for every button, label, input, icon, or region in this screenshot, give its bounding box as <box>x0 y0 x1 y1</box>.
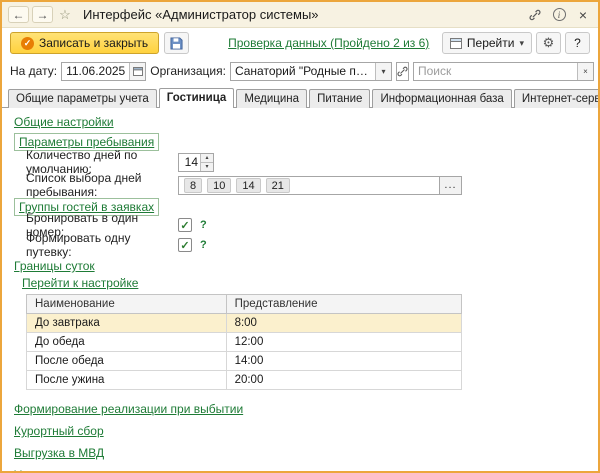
link-realization-on-departure[interactable]: Формирование реализации при выбытии <box>14 402 243 417</box>
cell-name: После обеда <box>26 351 227 371</box>
tab-hotel[interactable]: Гостиница <box>158 88 235 108</box>
day-tag: 21 <box>265 177 290 193</box>
cell-value: 12:00 <box>225 332 463 352</box>
days-list-label: Список выбора дней пребывания: <box>26 171 142 199</box>
forward-icon[interactable]: → <box>32 6 53 23</box>
organization-select[interactable]: Санаторий "Родные просторы" ▾ <box>229 61 392 81</box>
cell-value: 14:00 <box>225 351 463 371</box>
app-window: ← → ☆ Интерфейс «Администратор системы» … <box>0 0 600 473</box>
help-question-link[interactable]: ? <box>200 219 207 231</box>
day-tag: 10 <box>207 177 232 193</box>
chevron-down-icon[interactable]: ▾ <box>374 62 391 80</box>
days-list-field[interactable]: 8 10 14 21 <box>178 175 440 195</box>
column-header-representation[interactable]: Представление <box>225 294 463 314</box>
tab-internet-services[interactable]: Интернет-сервисы <box>513 89 598 108</box>
goto-button[interactable]: Перейти ▾ <box>441 32 532 54</box>
days-list-row: Список выбора дней пребывания: 8 10 14 2… <box>26 171 586 199</box>
date-label: На дату: <box>10 64 58 78</box>
single-voucher-label: Формировать одну путевку: <box>26 231 131 259</box>
days-default-stepper[interactable]: 14 ▴ ▾ <box>178 152 214 172</box>
tab-medicine[interactable]: Медицина <box>236 89 308 108</box>
table-row[interactable]: До завтрака 8:00 <box>26 313 463 333</box>
cell-name: До обеда <box>26 332 227 352</box>
group-day-bounds: Границы суток <box>14 259 586 273</box>
single-voucher-checkbox[interactable]: ✓ <box>178 238 192 252</box>
stepper-up-icon[interactable]: ▴ <box>201 153 213 163</box>
help-question-link[interactable]: ? <box>200 239 207 251</box>
date-field[interactable]: 11.06.2025 <box>61 61 147 81</box>
command-bar: ✓ Записать и закрыть Проверка данных (Пр… <box>2 28 598 58</box>
days-default-row: Количество дней по умолчанию: 14 ▴ ▾ <box>26 148 586 176</box>
day-tag: 14 <box>236 177 261 193</box>
back-icon[interactable]: ← <box>8 6 29 23</box>
group-day-bounds-title[interactable]: Границы суток <box>14 259 95 273</box>
ellipsis-button[interactable]: ... <box>440 175 462 195</box>
calendar-icon[interactable] <box>129 62 146 80</box>
tab-content-hotel: Общие настройки Параметры пребывания Кол… <box>2 108 598 471</box>
table-row[interactable]: После ужина 20:00 <box>26 370 463 390</box>
info-icon[interactable]: i <box>550 6 568 23</box>
organization-value: Санаторий "Родные просторы" <box>234 64 375 78</box>
toolbar-right-group: Перейти ▾ ⚙ ? <box>441 32 590 54</box>
cell-name: После ужина <box>26 370 227 390</box>
save-button[interactable] <box>164 32 190 54</box>
table-row[interactable]: До обеда 12:00 <box>26 332 463 352</box>
link-notifications[interactable]: Уведомления <box>14 468 89 471</box>
book-one-room-checkbox[interactable]: ✓ <box>178 218 192 232</box>
search-input[interactable] <box>413 63 577 79</box>
link-mvd-upload[interactable]: Выгрузка в МВД <box>14 446 104 461</box>
title-bar: ← → ☆ Интерфейс «Администратор системы» … <box>2 2 598 28</box>
goto-label: Перейти <box>466 36 515 50</box>
chevron-down-icon: ▾ <box>519 37 524 48</box>
date-value: 11.06.2025 <box>66 64 126 78</box>
tab-food[interactable]: Питание <box>309 89 371 108</box>
save-and-close-label: Записать и закрыть <box>39 36 149 50</box>
table-header-row: Наименование Представление <box>26 294 463 314</box>
favorite-star-icon[interactable]: ☆ <box>56 6 74 23</box>
help-button[interactable]: ? <box>565 32 590 54</box>
link-icon[interactable] <box>395 61 409 81</box>
tab-general-accounting[interactable]: Общие параметры учета <box>8 89 157 108</box>
titlebar-actions: i × <box>526 6 592 23</box>
get-link-icon[interactable] <box>526 6 544 23</box>
cell-value: 8:00 <box>225 313 463 333</box>
search-field: × <box>412 61 594 81</box>
column-header-name[interactable]: Наименование <box>26 294 227 314</box>
day-tag: 8 <box>184 177 203 193</box>
tab-bar: Общие параметры учета Гостиница Медицина… <box>2 84 598 108</box>
link-goto-settings[interactable]: Перейти к настройке <box>22 276 138 290</box>
save-and-close-button[interactable]: ✓ Записать и закрыть <box>10 32 160 54</box>
gear-icon[interactable]: ⚙ <box>536 32 561 54</box>
organization-label: Организация: <box>150 64 226 78</box>
cell-value: 20:00 <box>225 370 463 390</box>
clear-search-icon[interactable]: × <box>576 62 593 80</box>
single-voucher-row: Формировать одну путевку: ✓ ? <box>26 231 586 259</box>
check-icon: ✓ <box>21 36 34 50</box>
link-general-settings[interactable]: Общие настройки <box>14 115 114 129</box>
cell-name: До завтрака <box>26 313 227 333</box>
days-default-value: 14 <box>184 154 198 169</box>
tab-infobase[interactable]: Информационная база <box>372 89 512 108</box>
table-row[interactable]: После обеда 14:00 <box>26 351 463 371</box>
stepper-down-icon[interactable]: ▾ <box>201 162 213 171</box>
data-check-link[interactable]: Проверка данных (Пройдено 2 из 6) <box>228 36 429 50</box>
filter-bar: На дату: 11.06.2025 Организация: Санатор… <box>2 58 598 84</box>
day-bounds-table: Наименование Представление До завтрака 8… <box>26 294 463 390</box>
page-title: Интерфейс «Администратор системы» <box>83 7 319 22</box>
stepper-buttons: ▴ ▾ <box>200 153 213 171</box>
close-icon[interactable]: × <box>574 6 592 23</box>
group-stay-params: Параметры пребывания <box>14 133 586 151</box>
panel-icon <box>449 37 462 49</box>
floppy-icon <box>170 36 183 50</box>
link-resort-fee[interactable]: Курортный сбор <box>14 424 104 439</box>
